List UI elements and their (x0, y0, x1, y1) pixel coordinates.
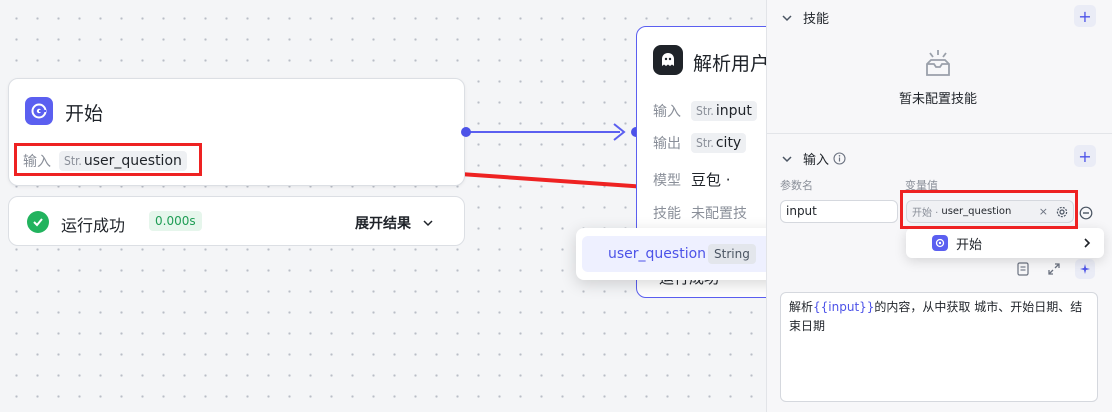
llm-output-tag: Str. city (691, 133, 747, 153)
expand-results-label: 展开结果 (355, 216, 411, 232)
llm-input-tag: Str. input (691, 101, 757, 121)
variable-source-menu: 开始 (906, 228, 1104, 258)
llm-ghost-icon (653, 45, 683, 75)
run-result-bar: 运行成功 0.000s 展开结果 (8, 196, 465, 246)
prompt-variable: {{input}} (813, 300, 875, 314)
llm-row-label: 输入 (653, 104, 681, 120)
skills-value: 未配置技 (691, 206, 747, 222)
menu-item-start[interactable]: 开始 (906, 228, 1104, 258)
model-value: 豆包 · (691, 171, 731, 189)
skills-title: 技能 (803, 12, 830, 27)
chevron-down-icon (782, 155, 792, 162)
add-skill-button[interactable]: + (1074, 5, 1096, 27)
menu-item-label: 开始 (956, 237, 983, 253)
llm-skills-row: 技能 未配置技 (653, 203, 747, 223)
section-divider (767, 133, 1112, 134)
run-status: 运行成功 (61, 216, 126, 235)
param-name-column-header: 参数名 (780, 179, 813, 192)
check-icon (27, 211, 49, 233)
start-icon (25, 97, 53, 125)
dropdown-item-name: user_question (608, 246, 707, 262)
prompt-text-before: 解析 (789, 300, 814, 314)
expand-icon[interactable] (1047, 262, 1061, 276)
start-output-port[interactable] (461, 127, 471, 137)
plus-icon: + (1078, 6, 1092, 26)
chevron-down-icon (423, 220, 433, 227)
variable-name: input (715, 103, 752, 119)
skills-section-header[interactable]: 技能 (781, 8, 829, 27)
annotation-box-start-input (14, 143, 202, 176)
param-name-value: input (786, 204, 817, 218)
dropdown-item-type: String (708, 244, 756, 264)
chevron-down-icon (782, 14, 792, 21)
start-node-title: 开始 (65, 103, 104, 125)
annotation-box-variable-selector (900, 190, 1078, 229)
type-label: Str. (696, 104, 714, 118)
llm-row-label: 输出 (653, 136, 681, 152)
param-name-input[interactable]: input (780, 200, 898, 223)
llm-output-row: 输出 Str. city (653, 133, 747, 153)
info-icon[interactable] (833, 152, 846, 165)
magic-icon[interactable] (1075, 259, 1095, 279)
run-time-badge: 0.000s (149, 211, 202, 231)
llm-input-row: 输入 Str. input (653, 101, 757, 121)
expand-results-button[interactable]: 展开结果 (355, 213, 434, 233)
variable-name: city (715, 135, 742, 151)
chevron-right-icon (1084, 238, 1091, 248)
llm-node-title: 解析用户 (693, 53, 770, 75)
empty-box-icon (926, 50, 950, 76)
add-input-button[interactable]: + (1074, 145, 1096, 167)
input-title: 输入 (803, 153, 830, 168)
input-section-header[interactable]: 输入 (781, 149, 846, 168)
llm-row-label: 技能 (653, 206, 681, 222)
plus-icon: + (1078, 146, 1092, 166)
skills-empty-text: 暂未配置技能 (899, 92, 978, 107)
start-icon (932, 235, 948, 251)
type-label: Str. (696, 136, 714, 150)
llm-row-label: 模型 (653, 172, 681, 189)
minus-circle-icon[interactable] (1079, 206, 1093, 220)
prompt-textarea[interactable]: 解析{{input}}的内容，从中获取 城市、开始日期、结束日期 (780, 292, 1098, 402)
document-icon[interactable] (1017, 262, 1029, 276)
llm-model-row: 模型 豆包 · (653, 169, 731, 190)
